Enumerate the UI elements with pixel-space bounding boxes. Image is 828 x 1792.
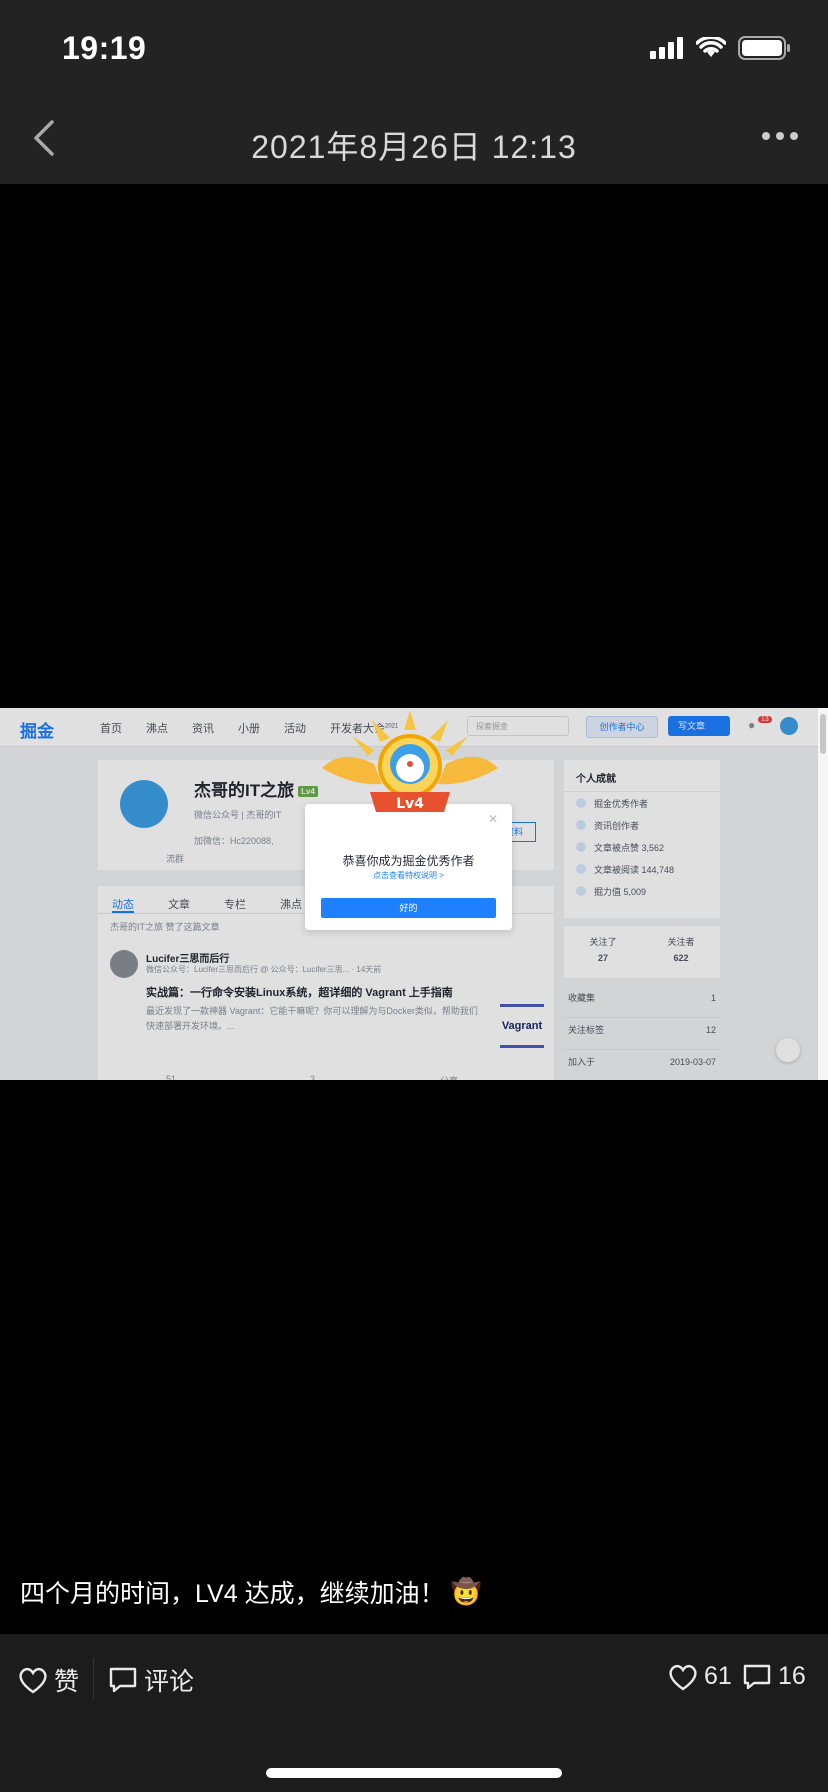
modal-ok-button: 好的 [321, 898, 496, 918]
signal-icon [650, 37, 683, 59]
comment-label: 评论 [144, 1668, 195, 1696]
like-count: 61 [704, 1662, 732, 1690]
divider [93, 1658, 94, 1700]
comment-button[interactable]: 评论 [108, 1662, 194, 1698]
comment-count: 16 [778, 1662, 806, 1690]
like-count-stat[interactable]: 61 [668, 1662, 732, 1691]
page-title: 2021年8月26日 12:13 [251, 129, 577, 165]
heart-icon [669, 1664, 697, 1690]
status-time: 19:19 [62, 30, 147, 66]
post-caption: 四个月的时间，LV4 达成，继续加油！ 🤠 [20, 1574, 482, 1610]
caption-text: 四个月的时间，LV4 达成，继续加油！ [20, 1580, 445, 1608]
post-image[interactable]: 掘金 首页 沸点 资讯 小册 活动 开发者大会2021 探索掘金 创作者中心 写… [0, 708, 828, 1080]
modal-title: 恭喜你成为掘金优秀作者 [342, 854, 475, 868]
level-badge-icon: Lv4 [322, 710, 498, 812]
home-indicator[interactable] [266, 1768, 562, 1778]
like-label: 赞 [54, 1668, 80, 1696]
status-icons [650, 36, 792, 60]
modal-badge-label: Lv4 [396, 796, 424, 812]
bottom-bar: 赞 评论 61 16 [0, 1634, 828, 1792]
caption-emoji: 🤠 [450, 1577, 482, 1606]
more-icon[interactable] [760, 130, 800, 142]
scrollbar-thumb [820, 714, 826, 754]
scrollbar [818, 708, 828, 1080]
comment-icon [743, 1664, 771, 1689]
comment-count-stat[interactable]: 16 [742, 1662, 806, 1691]
status-bar: 19:19 [0, 0, 828, 92]
wifi-icon [696, 37, 726, 57]
heart-icon [19, 1667, 47, 1694]
like-button[interactable]: 赞 [18, 1662, 79, 1698]
comment-icon [109, 1667, 137, 1693]
modal-link: 点击查看特权说明 > [373, 871, 444, 880]
nav-bar: 2021年8月26日 12:13 [0, 92, 828, 184]
battery-icon [738, 36, 790, 60]
